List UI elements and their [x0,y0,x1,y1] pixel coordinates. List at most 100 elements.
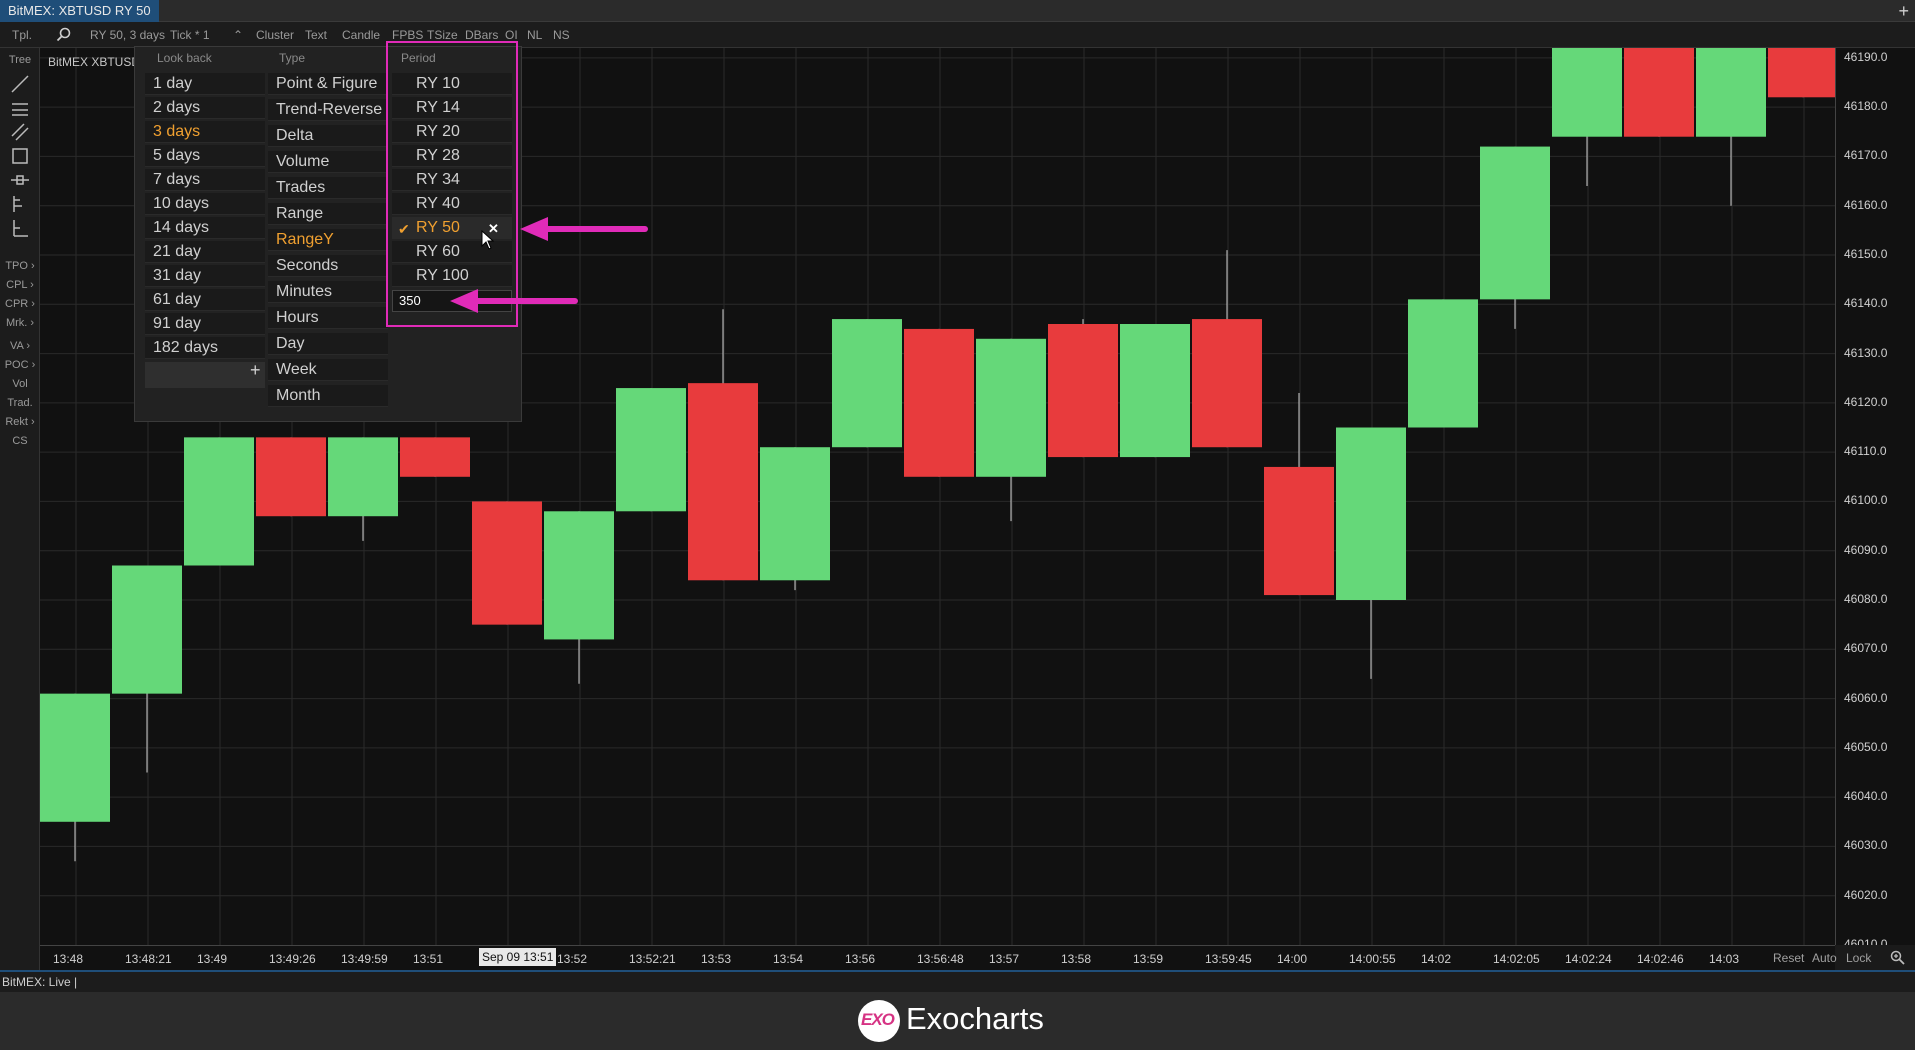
menu-cpl[interactable]: CPL › [0,279,40,291]
auto-button[interactable]: Auto [1812,951,1837,965]
type-option[interactable]: Week [268,359,388,381]
type-option[interactable]: Minutes [268,281,388,303]
type-option[interactable]: Range [268,203,388,225]
type-option[interactable]: Delta [268,125,388,147]
candle[interactable] [1552,48,1622,186]
candle[interactable] [472,501,542,625]
toolbar-nl[interactable]: NL [527,22,542,48]
candle[interactable] [1048,319,1118,458]
type-option[interactable]: Trend-Reverse [268,99,388,121]
lookback-option[interactable]: 182 days [145,337,265,359]
rectangle-icon[interactable] [10,146,30,166]
candle-body-down [1264,466,1334,596]
toolbar-ns[interactable]: NS [553,22,570,48]
menu-va[interactable]: VA › [0,340,40,352]
time-label: 13:58 [1061,952,1092,966]
time-axis[interactable]: 13:48 13:48:21 13:49 13:49:26 13:49:59 13:51 S… [40,945,1835,970]
menu-cpr[interactable]: CPR › [0,298,40,310]
lookback-option[interactable]: 10 days [145,193,265,215]
time-label: 14:02:05 [1493,952,1540,966]
lookback-option[interactable]: 7 days [145,169,265,191]
type-option[interactable]: Hours [268,307,388,329]
menu-trad[interactable]: Trad. [0,397,40,409]
fib-icon[interactable] [10,194,30,214]
lookback-option[interactable]: 5 days [145,145,265,167]
candle[interactable] [1624,48,1694,137]
price-axis[interactable]: 46190.0 46180.0 46170.0 46160.0 46150.0 46140… [1835,48,1915,945]
candle-body-down [1048,324,1118,458]
type-option[interactable]: RangeY [268,229,388,251]
type-option[interactable]: Month [268,385,388,407]
candle[interactable] [544,511,614,684]
candle[interactable] [112,565,182,773]
menu-cs[interactable]: CS [0,435,40,447]
annotation-arrow-icon [520,217,648,241]
candle[interactable] [832,319,902,448]
toolbar-text[interactable]: Text [305,22,327,48]
menu-tpo[interactable]: TPO › [0,260,40,272]
lookback-option[interactable]: 2 days [145,97,265,119]
price-label: 46160.0 [1844,197,1888,212]
candle[interactable] [1696,48,1766,206]
parallel-channel-icon[interactable] [10,122,30,142]
toolbar-candle[interactable]: Candle [342,22,380,48]
menu-vol[interactable]: Vol [0,378,40,390]
type-option[interactable]: Day [268,333,388,355]
candle[interactable] [1336,427,1406,679]
lookback-option[interactable]: 31 day [145,265,265,287]
time-label: 14:00 [1277,952,1308,966]
candle[interactable] [1264,393,1334,596]
tick-selector[interactable]: Tick * 1 [170,22,210,48]
candle[interactable] [1120,324,1190,458]
tree-button[interactable]: Tree [0,54,40,66]
candle[interactable] [1408,299,1478,428]
chevron-up-icon[interactable]: ⌃ [233,22,243,48]
candle[interactable] [976,338,1046,522]
horizontal-lines-icon[interactable] [10,98,30,118]
time-label: 13:49:59 [341,952,388,966]
horizontal-ray-icon[interactable] [10,170,30,190]
mouse-cursor-icon [481,230,495,250]
reset-button[interactable]: Reset [1773,951,1804,965]
measure-icon[interactable] [10,218,30,238]
template-button[interactable]: Tpl. [12,22,32,48]
candle-body-up [1120,324,1190,458]
candle[interactable] [1768,48,1835,98]
zoom-icon[interactable] [1890,950,1905,968]
lookback-option[interactable]: 61 day [145,289,265,311]
menu-poc[interactable]: POC › [0,359,40,371]
menu-rekt[interactable]: Rekt › [0,416,40,428]
custom-lookback-field[interactable] [145,362,265,388]
candle[interactable] [904,328,974,477]
chart-tab[interactable]: BitMEX: XBTUSD RY 50 [0,0,159,22]
lookback-option[interactable]: 1 day [145,73,265,95]
lookback-option[interactable]: 21 day [145,241,265,263]
lookback-option[interactable]: 91 day [145,313,265,335]
candle[interactable] [256,437,326,517]
candle[interactable] [184,437,254,566]
lock-button[interactable]: Lock [1846,951,1871,965]
new-tab-button[interactable]: + [1898,0,1909,22]
candle[interactable] [328,437,398,541]
type-option[interactable]: Trades [268,177,388,199]
candle[interactable] [616,388,686,512]
candle[interactable] [400,437,470,477]
price-label: 46030.0 [1844,838,1888,853]
type-option[interactable]: Volume [268,151,388,173]
period-selector[interactable]: RY 50, 3 days [90,22,165,48]
type-option[interactable]: Point & Figure [268,73,388,95]
lookback-option[interactable]: 14 days [145,217,265,239]
lookback-option[interactable]: 3 days [145,121,265,143]
add-lookback-button[interactable]: + [250,360,261,381]
candle[interactable] [1192,250,1262,448]
line-tool-icon[interactable] [10,74,30,94]
toolbar-cluster[interactable]: Cluster [256,22,294,48]
type-option[interactable]: Seconds [268,255,388,277]
menu-mrk[interactable]: Mrk. › [0,317,40,329]
candle[interactable] [760,447,830,591]
candle[interactable] [1480,146,1550,329]
candle[interactable] [688,309,758,581]
price-label: 46010.0 [1844,937,1888,945]
candle[interactable] [40,693,110,862]
search-icon[interactable] [56,27,71,42]
